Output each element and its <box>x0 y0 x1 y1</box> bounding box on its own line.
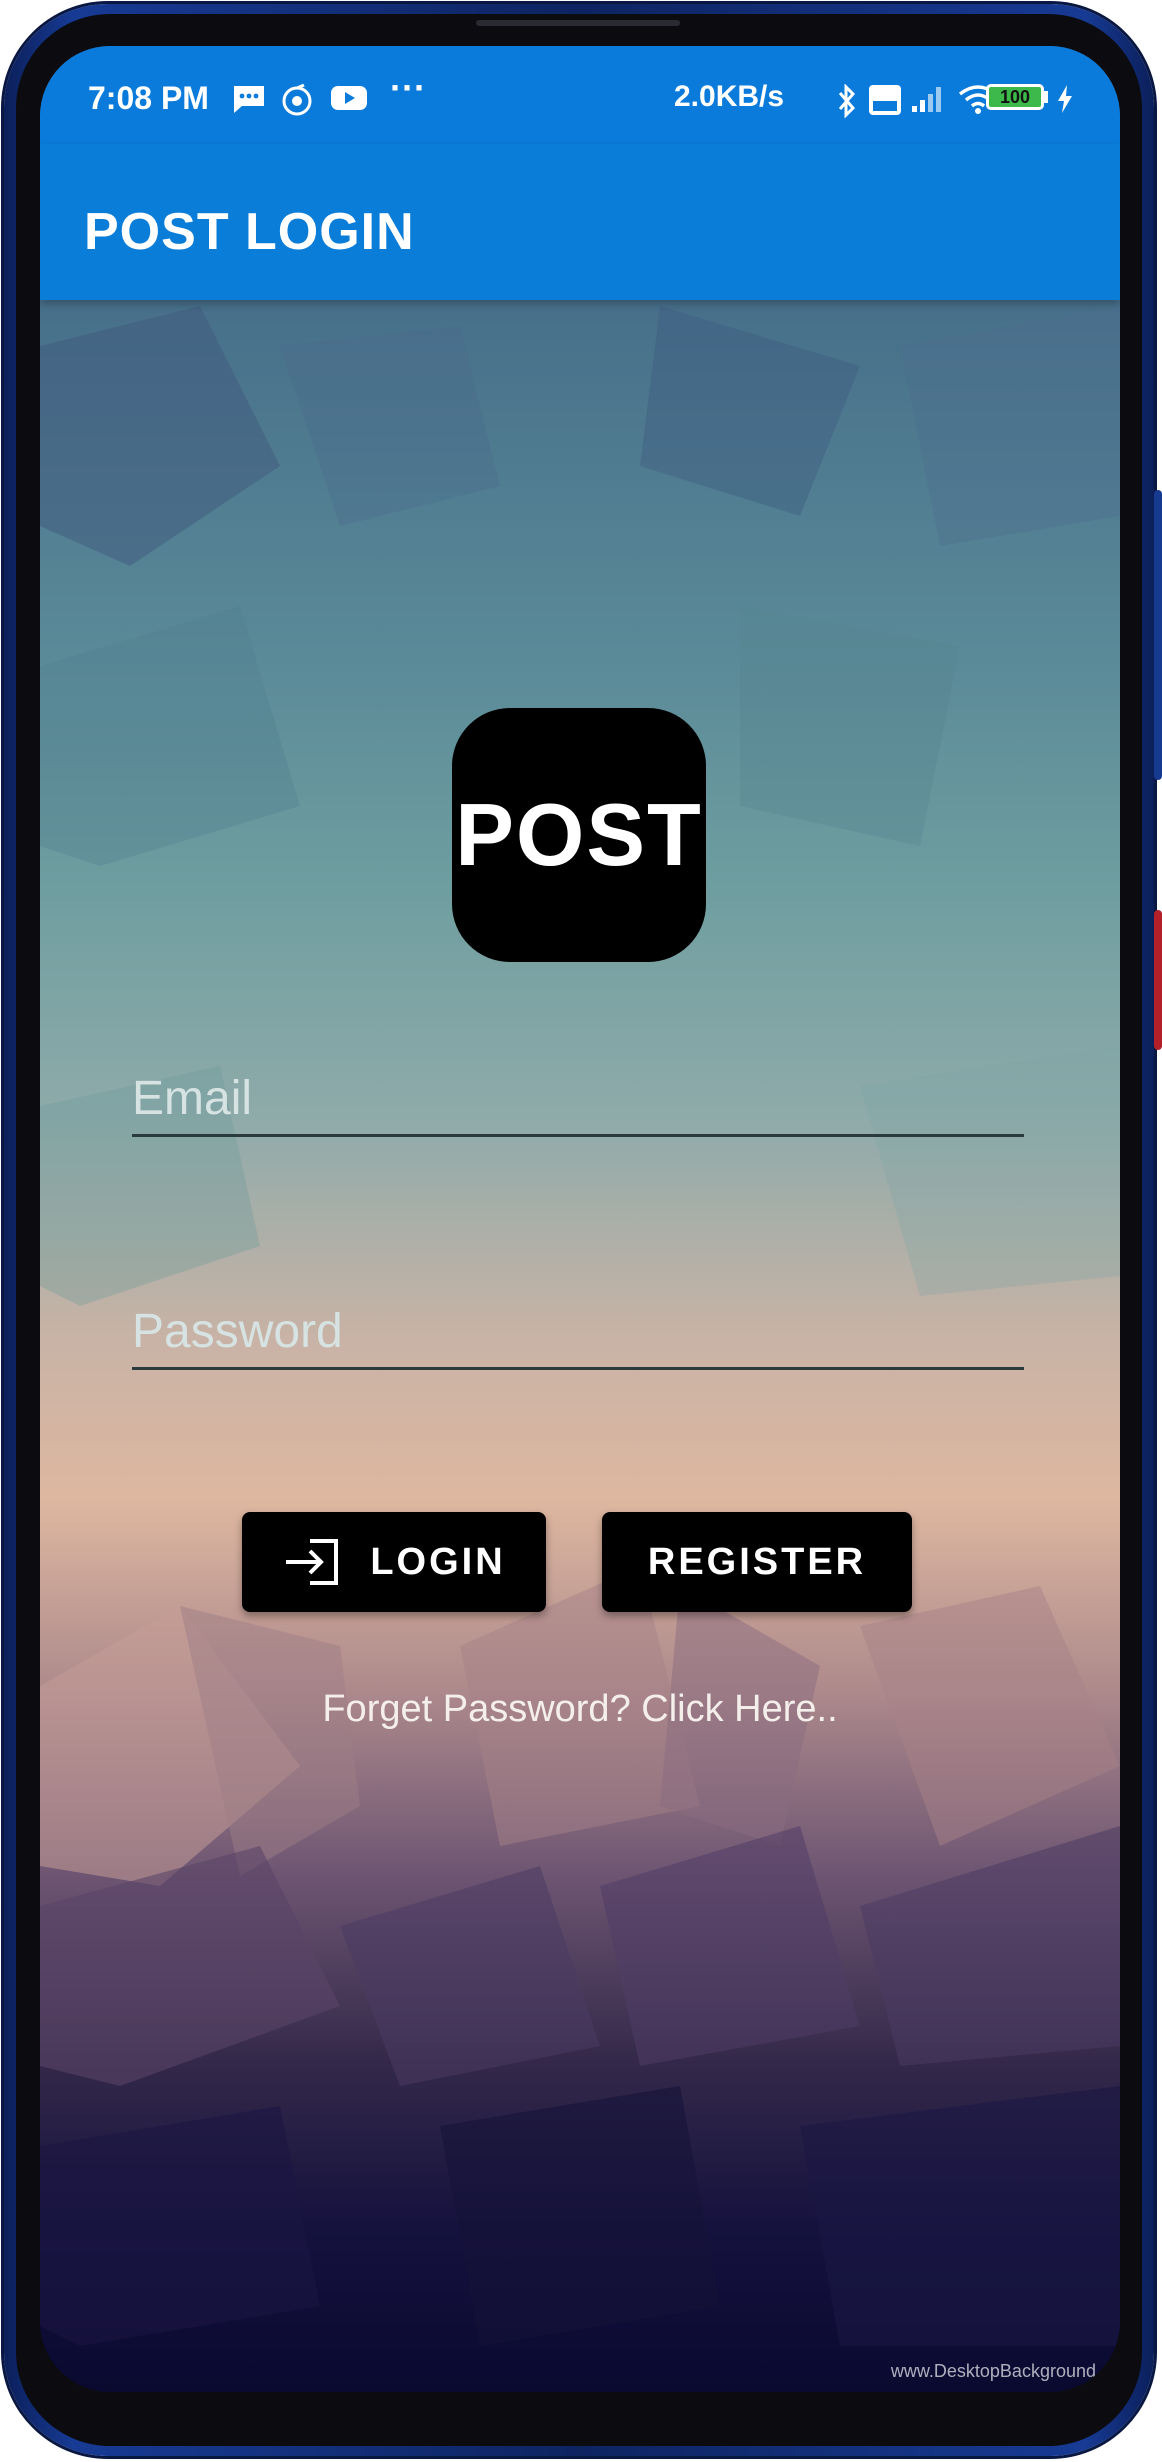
youtube-icon <box>331 86 367 110</box>
app-logo: POST <box>452 708 706 962</box>
app-bar: POST LOGIN <box>40 144 1120 300</box>
background-facets <box>40 306 1120 2346</box>
login-button[interactable]: LOGIN <box>242 1512 546 1612</box>
message-icon <box>234 86 264 113</box>
volte-icon <box>869 85 901 115</box>
register-button[interactable]: REGISTER <box>602 1512 912 1612</box>
page-title: POST LOGIN <box>84 203 415 261</box>
email-placeholder: Email <box>132 1072 253 1125</box>
logo-text: POST <box>455 785 703 884</box>
status-bar: 7:08 PM ··· 2.0KB/s 100 <box>40 46 1120 144</box>
register-button-label: REGISTER <box>647 1540 867 1583</box>
battery-tip <box>1044 91 1048 103</box>
power-button <box>1154 910 1162 1050</box>
more-icon: ··· <box>390 67 426 108</box>
bluetooth-icon <box>838 84 856 118</box>
phone-device: 7:08 PM ··· 2.0KB/s 100 POST LOGIN POST … <box>0 0 1162 2462</box>
forgot-password-link[interactable]: Forget Password? Click Here.. <box>40 1688 1120 1731</box>
status-time: 7:08 PM <box>88 80 209 116</box>
music-app-icon <box>282 84 312 116</box>
earpiece <box>476 20 680 26</box>
volume-button <box>1154 490 1162 780</box>
password-placeholder: Password <box>132 1305 343 1358</box>
password-field[interactable]: Password <box>132 1297 1024 1370</box>
login-icon <box>286 1539 339 1585</box>
charging-icon <box>1058 85 1072 113</box>
screen: 7:08 PM ··· 2.0KB/s 100 POST LOGIN POST … <box>40 46 1120 2392</box>
network-speed: 2.0KB/s <box>674 80 785 113</box>
battery-indicator: 100 <box>986 84 1044 110</box>
email-field[interactable]: Email <box>132 1064 1024 1137</box>
watermark: www.DesktopBackground <box>890 2361 1096 2381</box>
login-button-label: LOGIN <box>370 1540 506 1583</box>
signal-icon <box>912 87 941 112</box>
